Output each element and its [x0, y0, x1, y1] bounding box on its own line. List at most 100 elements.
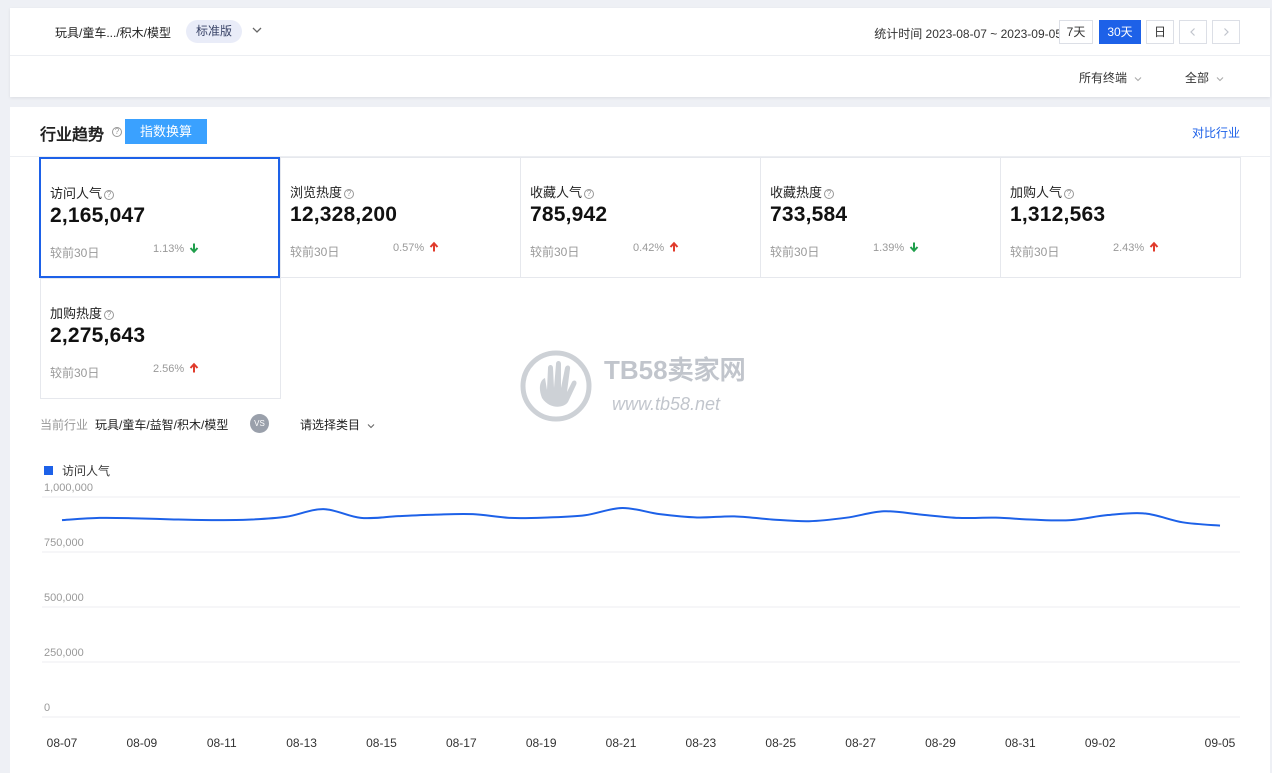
help-icon[interactable]: ? — [344, 188, 355, 199]
legend-swatch — [44, 466, 53, 475]
metric-change-pct: 0.42% — [633, 242, 665, 254]
metric-card-cart-heat[interactable]: 加购热度? 2,275,643 较前30日 2.56% — [40, 278, 281, 399]
section-title: 行业趋势 — [40, 127, 105, 144]
metric-value: 733,584 — [770, 203, 848, 226]
metric-compare-label: 较前30日 — [530, 245, 580, 259]
stat-time-label: 统计时间 2023-08-07 ~ 2023-09-05 — [874, 27, 1062, 41]
series-line-visitors — [61, 506, 1221, 527]
help-icon[interactable]: ? — [824, 188, 835, 199]
range-day-button[interactable]: 日 — [1146, 20, 1174, 44]
metric-card-visitors[interactable]: 访问人气? 2,165,047 较前30日 1.13% — [39, 157, 280, 278]
terminal-dropdown[interactable]: 所有终端 — [1079, 69, 1143, 86]
metric-compare-label: 较前30日 — [290, 245, 340, 259]
metric-change-pct: 2.56% — [153, 363, 185, 375]
arrow-up-icon — [1149, 241, 1159, 252]
metric-label-text: 浏览热度 — [290, 185, 343, 200]
x-tick-label: 08-31 — [1005, 736, 1036, 750]
metric-label-text: 加购热度 — [50, 306, 103, 321]
metric-label-text: 收藏热度 — [770, 185, 823, 200]
metric-label: 收藏人气? — [530, 182, 595, 201]
x-tick-label: 08-29 — [925, 736, 956, 750]
metric-value: 785,942 — [530, 203, 608, 226]
metric-label: 收藏热度? — [770, 182, 835, 201]
range-7d-button[interactable]: 7天 — [1059, 20, 1093, 44]
x-tick-label: 08-25 — [765, 736, 796, 750]
metric-compare-label: 较前30日 — [50, 246, 100, 260]
chevron-down-icon — [1216, 76, 1224, 82]
metric-value: 1,312,563 — [1010, 203, 1106, 226]
metric-label: 加购热度? — [50, 303, 115, 322]
y-tick-label: 1,000,000 — [44, 482, 93, 494]
range-30d-button[interactable]: 30天 — [1099, 20, 1141, 44]
y-tick-label: 250,000 — [44, 647, 84, 659]
metric-label-text: 加购人气 — [1010, 185, 1063, 200]
chevron-left-icon — [1190, 28, 1195, 36]
arrow-up-icon — [189, 362, 199, 373]
help-icon[interactable]: ? — [1064, 188, 1075, 199]
x-tick-label: 08-13 — [286, 736, 317, 750]
x-tick-label: 08-09 — [127, 736, 158, 750]
x-tick-label: 08-11 — [207, 736, 237, 750]
chevron-right-icon — [1224, 28, 1229, 36]
help-icon[interactable]: ? — [104, 309, 115, 320]
x-tick-label: 08-27 — [845, 736, 876, 750]
metric-value: 2,275,643 — [50, 324, 146, 347]
help-icon[interactable]: ? — [112, 127, 122, 137]
arrow-down-icon — [189, 243, 199, 254]
current-industry-label: 当前行业 — [40, 418, 89, 432]
next-period-button[interactable] — [1212, 20, 1240, 44]
edition-badge: 标准版 — [186, 20, 243, 43]
metric-compare-label: 较前30日 — [50, 366, 100, 380]
trend-line-chart: 访问人气 1,000,000 750,000 500,000 250,000 0 08-07… — [42, 463, 1240, 750]
top-filter-row: 玩具/童车.../积木/模型 标准版 统计时间 2023-08-07 ~ 202… — [10, 8, 1270, 56]
metric-label: 浏览热度? — [290, 182, 355, 201]
category-select-label: 请选择类目 — [300, 418, 361, 432]
metric-label-text: 访问人气 — [50, 186, 103, 201]
x-tick-label: 09-05 — [1205, 736, 1236, 750]
x-tick-label: 08-23 — [686, 736, 717, 750]
y-tick-label: 500,000 — [44, 592, 84, 604]
metric-change-pct: 1.13% — [153, 243, 185, 255]
chevron-down-icon — [1134, 76, 1142, 82]
metric-label: 访问人气? — [50, 183, 115, 202]
top-filter-bar: 玩具/童车.../积木/模型 标准版 统计时间 2023-08-07 ~ 202… — [10, 8, 1270, 97]
arrow-up-icon — [669, 241, 679, 252]
hand-logo-icon — [520, 350, 592, 422]
help-icon[interactable]: ? — [584, 188, 595, 199]
metric-card-browse-heat[interactable]: 浏览热度? 12,328,200 较前30日 0.57% — [280, 157, 521, 278]
compare-industry-link[interactable]: 对比行业 — [1192, 124, 1240, 141]
help-icon[interactable]: ? — [104, 189, 115, 200]
metric-compare-label: 较前30日 — [1010, 245, 1060, 259]
metric-label-text: 收藏人气 — [530, 185, 583, 200]
metric-change-pct: 0.57% — [393, 242, 425, 254]
legend-label: 访问人气 — [62, 463, 110, 478]
watermark-url: www.tb58.net — [612, 394, 721, 414]
x-tick-label: 08-15 — [366, 736, 397, 750]
metric-card-favorite-heat[interactable]: 收藏热度? 733,584 较前30日 1.39% — [760, 157, 1001, 278]
x-tick-label: 08-07 — [47, 736, 78, 750]
y-tick-label: 750,000 — [44, 537, 84, 549]
category-select[interactable]: 请选择类目 — [300, 416, 376, 433]
metric-compare-label: 较前30日 — [770, 245, 820, 259]
category-path[interactable]: 玩具/童车.../积木/模型 — [55, 24, 171, 41]
metric-card-cart-visitors[interactable]: 加购人气? 1,312,563 较前30日 2.43% — [1000, 157, 1241, 278]
x-tick-label: 08-19 — [526, 736, 557, 750]
y-tick-label: 0 — [44, 702, 50, 714]
watermark: TB58卖家网 www.tb58.net — [520, 348, 780, 428]
chevron-down-icon — [367, 423, 375, 429]
arrow-up-icon — [429, 241, 439, 252]
terminal-dropdown-label: 所有终端 — [1079, 71, 1128, 85]
index-convert-button[interactable]: 指数换算 — [125, 119, 207, 144]
x-tick-label: 08-17 — [446, 736, 477, 750]
scope-dropdown[interactable]: 全部 — [1185, 69, 1225, 86]
x-tick-label: 08-21 — [606, 736, 637, 750]
metric-value: 12,328,200 — [290, 203, 398, 226]
metric-card-favorite-visitors[interactable]: 收藏人气? 785,942 较前30日 0.42% — [520, 157, 761, 278]
prev-period-button[interactable] — [1179, 20, 1207, 44]
panel-header: 行业趋势 ? 指数换算 对比行业 — [10, 107, 1270, 157]
metric-change-pct: 1.39% — [873, 242, 905, 254]
vs-badge: VS — [250, 414, 269, 433]
chevron-down-icon[interactable] — [250, 23, 264, 37]
arrow-down-icon — [909, 242, 919, 253]
current-industry-value: 玩具/童车/益智/积木/模型 — [95, 418, 229, 432]
